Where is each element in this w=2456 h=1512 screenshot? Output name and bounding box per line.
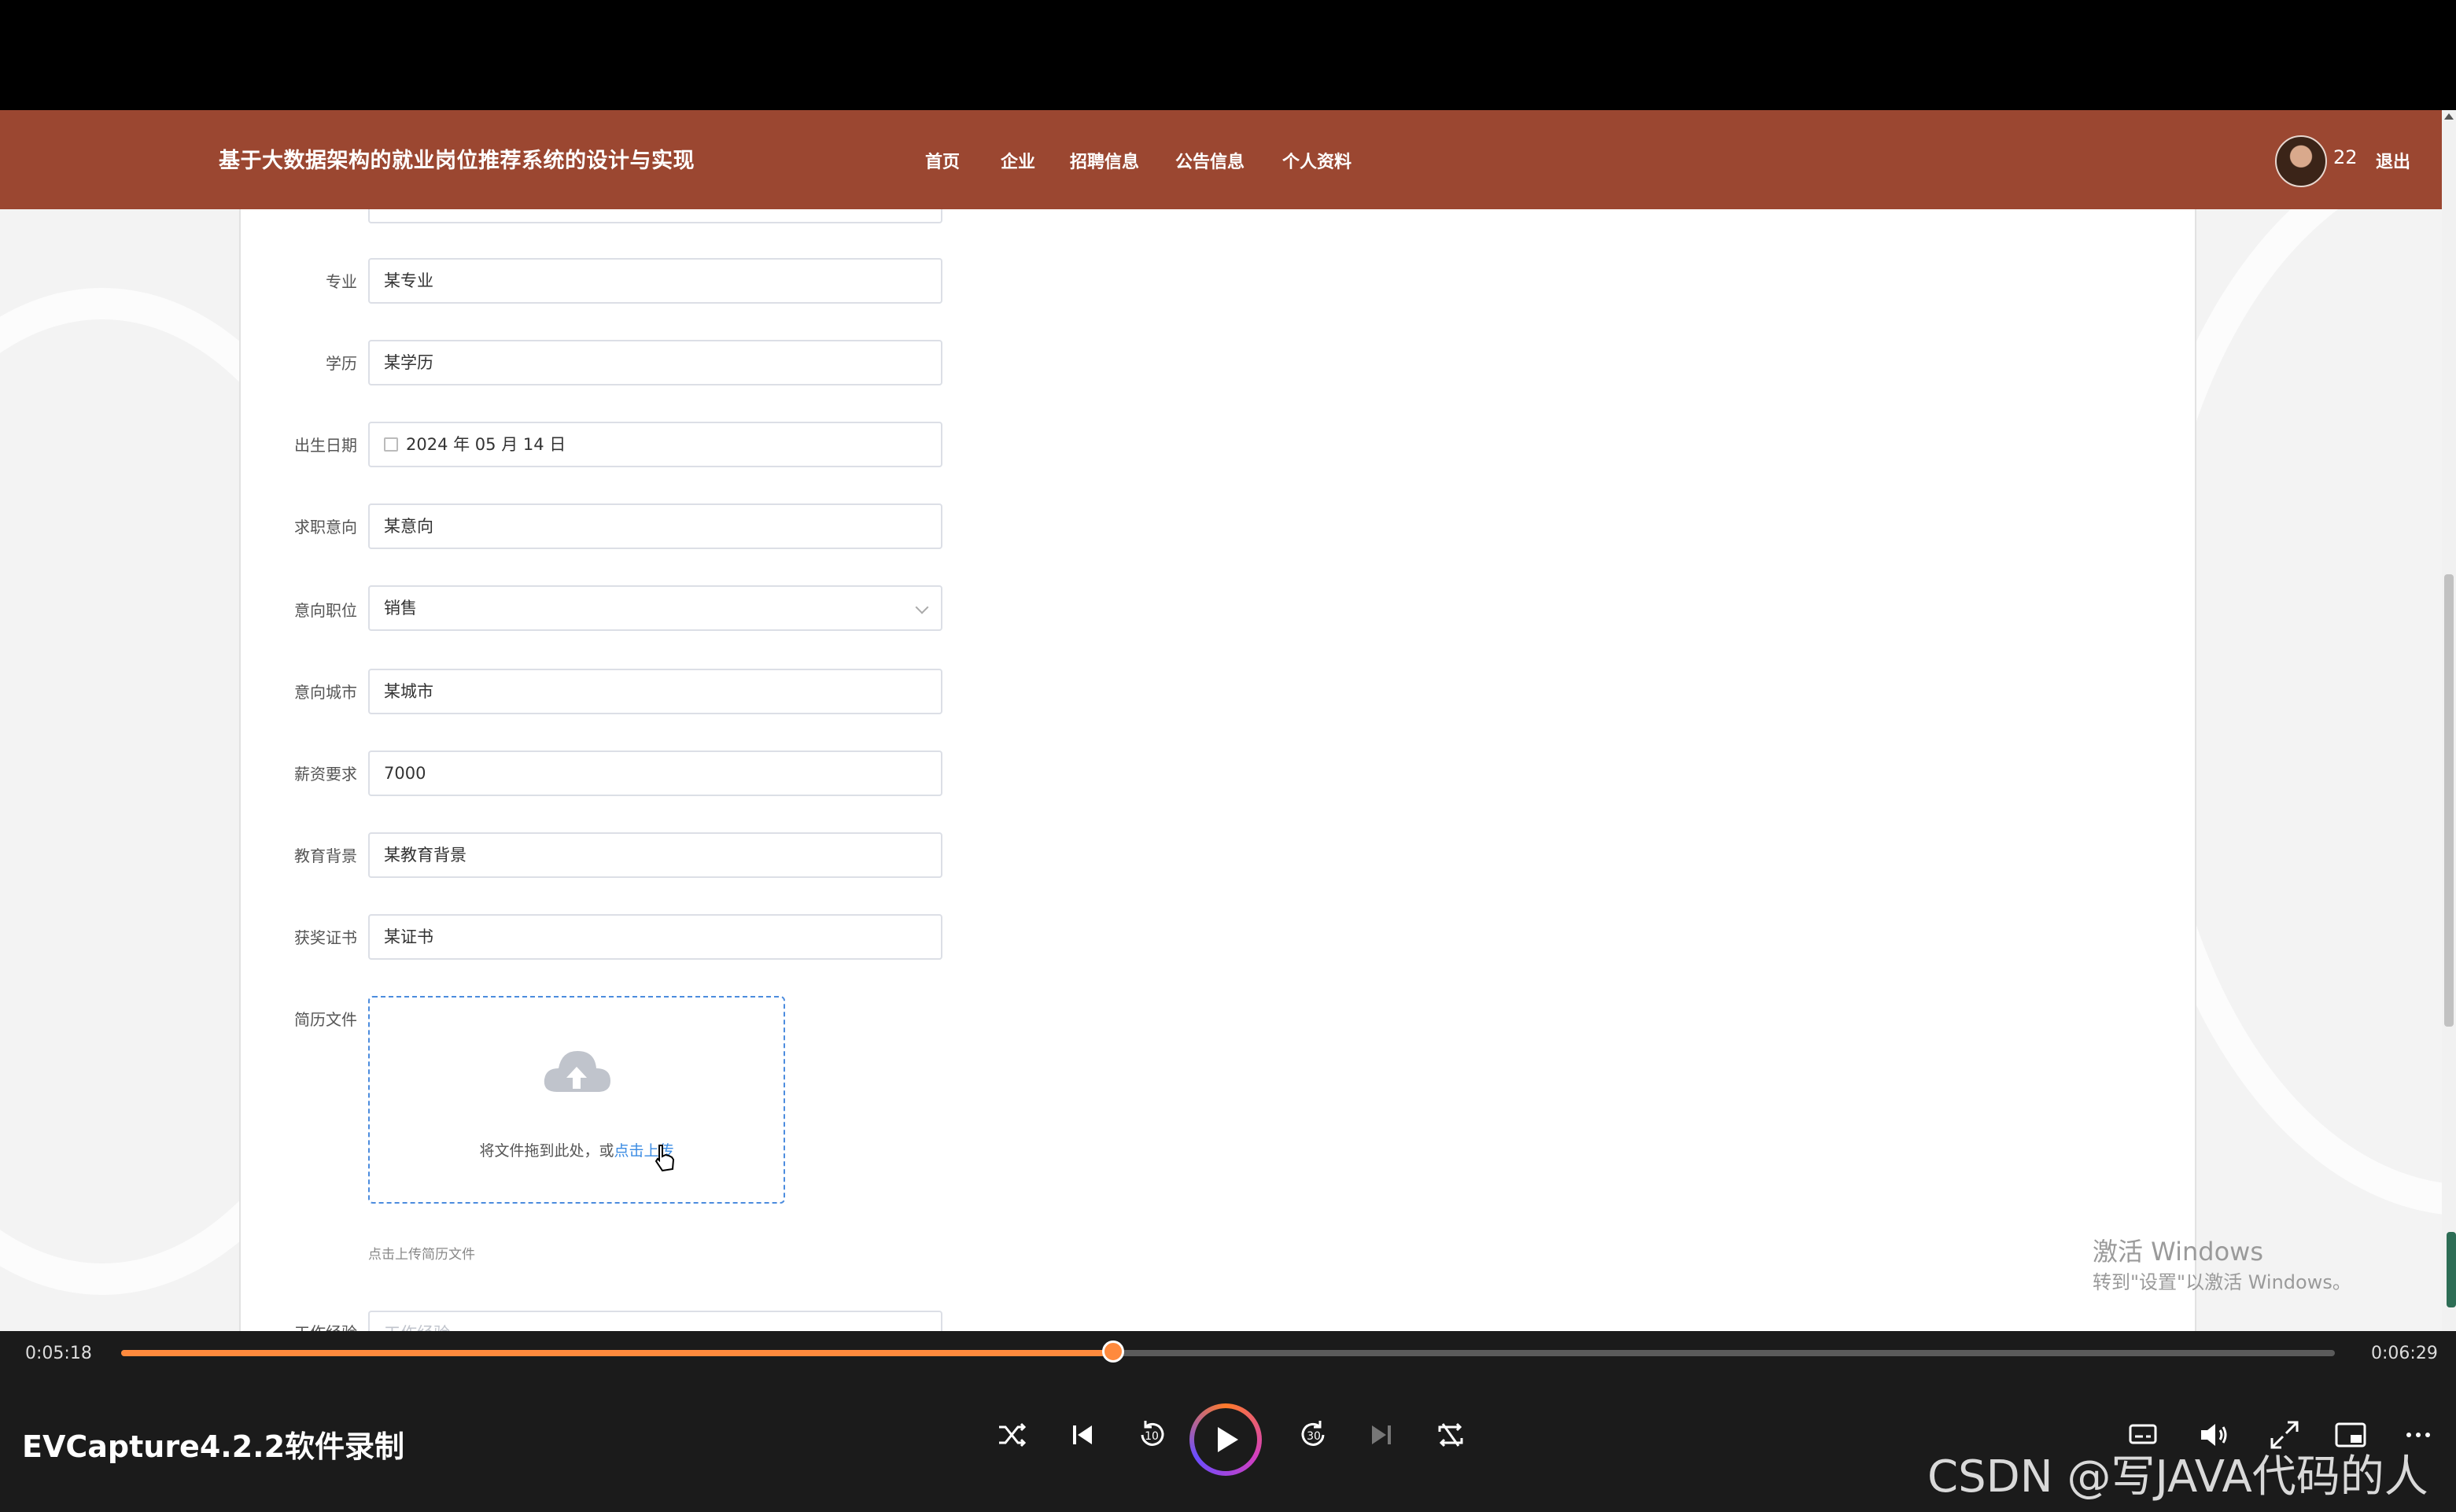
- recording-title: EVCapture4.2.2软件录制: [22, 1429, 405, 1464]
- resume-upload-dropzone[interactable]: 将文件拖到此处，或点击上传: [368, 996, 785, 1204]
- major-input[interactable]: 某专业: [368, 258, 942, 304]
- nav-profile[interactable]: 个人资料: [1282, 148, 1352, 173]
- education-input[interactable]: 某学历: [368, 340, 942, 385]
- video-top-letterbox: [0, 0, 2456, 110]
- intention-input[interactable]: 某意向: [368, 503, 942, 549]
- salary-label: 薪资要求: [294, 765, 357, 784]
- csdn-watermark: CSDN @写JAVA代码的人: [1927, 1451, 2428, 1503]
- nav-recruitment[interactable]: 招聘信息: [1070, 148, 1139, 173]
- nav-announcements[interactable]: 公告信息: [1175, 148, 1245, 173]
- major-label: 专业: [326, 272, 357, 291]
- previous-icon[interactable]: [1064, 1416, 1101, 1454]
- upload-instruction-text: 将文件拖到此处，或: [479, 1142, 614, 1160]
- experience-input[interactable]: 工作经验: [368, 1311, 942, 1331]
- user-name: 22: [2333, 146, 2358, 168]
- video-player-bar: 0:05:18 0:06:29 EVCapture4.2.2软件录制 10 30: [0, 1331, 2456, 1512]
- forward-30-icon[interactable]: 30: [1295, 1416, 1333, 1454]
- experience-label: 工作经验: [252, 1320, 357, 1331]
- site-header: 基于大数据架构的就业岗位推荐系统的设计与实现 首页 企业 招聘信息 公告信息 个…: [0, 110, 2442, 209]
- total-time: 0:06:29: [2371, 1344, 2438, 1363]
- site-title: 基于大数据架构的就业岗位推荐系统的设计与实现: [219, 149, 695, 173]
- play-icon: [1218, 1427, 1238, 1452]
- upload-tip: 点击上传简历文件: [368, 1247, 475, 1263]
- side-panel-handle[interactable]: [2447, 1232, 2456, 1307]
- play-button-inner: [1194, 1408, 1257, 1471]
- intention-label: 求职意向: [294, 518, 357, 537]
- svg-text:10: 10: [1145, 1430, 1159, 1443]
- position-value: 销售: [384, 599, 417, 618]
- rewind-10-icon[interactable]: 10: [1133, 1416, 1171, 1454]
- birthdate-label: 出生日期: [294, 436, 357, 455]
- resume-label: 简历文件: [294, 1010, 357, 1029]
- birthdate-value: 2024 年 05 月 14 日: [406, 435, 566, 454]
- calendar-icon: [384, 437, 398, 452]
- position-label: 意向职位: [294, 601, 357, 620]
- logout-link[interactable]: 退出: [2376, 148, 2410, 173]
- svg-text:30: 30: [1307, 1430, 1321, 1443]
- city-label: 意向城市: [294, 683, 357, 702]
- play-button[interactable]: [1189, 1403, 1262, 1476]
- page-area: 专业 某专业 学历 某学历 出生日期 2024 年 05 月 14 日 求职意向…: [0, 209, 2442, 1331]
- progress-thumb[interactable]: [1101, 1341, 1124, 1363]
- hand-pointer-icon: [655, 1145, 675, 1172]
- page-scrollbar-thumb[interactable]: [2444, 574, 2454, 1027]
- city-input[interactable]: 某城市: [368, 669, 942, 714]
- chevron-down-icon: [915, 600, 929, 614]
- background-label: 教育背景: [294, 846, 357, 865]
- scroll-up-arrow-icon[interactable]: [2444, 113, 2454, 120]
- progress-fill: [121, 1350, 1113, 1356]
- upload-cloud-icon: [544, 1051, 610, 1092]
- position-select[interactable]: 销售: [368, 585, 942, 631]
- current-time: 0:05:18: [25, 1344, 92, 1363]
- windows-activation-subtitle: 转到"设置"以激活 Windows。: [2093, 1271, 2351, 1293]
- nav-home[interactable]: 首页: [925, 148, 960, 173]
- certificate-input[interactable]: 某证书: [368, 914, 942, 960]
- education-label: 学历: [326, 354, 357, 373]
- background-input[interactable]: 某教育背景: [368, 832, 942, 878]
- upload-instruction: 将文件拖到此处，或点击上传: [370, 1139, 784, 1160]
- previous-field-input[interactable]: [368, 209, 942, 223]
- windows-activation-title: 激活 Windows: [2093, 1237, 2264, 1267]
- salary-input[interactable]: 7000: [368, 750, 942, 796]
- nav-enterprise[interactable]: 企业: [1001, 148, 1035, 173]
- repeat-icon[interactable]: [1432, 1416, 1470, 1454]
- progress-bar[interactable]: [121, 1341, 2335, 1363]
- avatar[interactable]: [2275, 135, 2327, 187]
- next-icon[interactable]: [1363, 1416, 1400, 1454]
- birthdate-picker[interactable]: 2024 年 05 月 14 日: [368, 422, 942, 467]
- certificate-label: 获奖证书: [294, 928, 357, 947]
- shuffle-icon[interactable]: [993, 1416, 1031, 1454]
